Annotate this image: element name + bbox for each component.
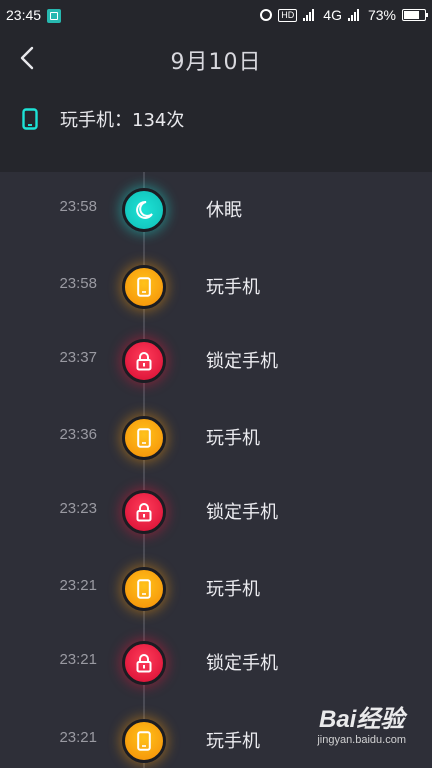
phone-icon — [137, 428, 151, 448]
watermark-url: jingyan.baidu.com — [317, 734, 406, 746]
timeline-entry: 23:21 玩手机 — [0, 559, 432, 619]
network-type: 4G — [323, 7, 342, 23]
entry-time: 23:58 — [59, 275, 97, 292]
phone-icon — [137, 277, 151, 297]
entry-time: 23:21 — [59, 577, 97, 594]
entry-label: 锁定手机 — [206, 502, 278, 523]
timeline-entry: 23:23 锁定手机 — [0, 482, 432, 542]
timeline-entry: 23:21 锁定手机 — [0, 633, 432, 693]
entry-label: 玩手机 — [206, 731, 260, 752]
timeline-entry: 23:58 休眠 — [0, 180, 432, 240]
entry-label: 玩手机 — [206, 579, 260, 600]
hd-badge: HD — [278, 8, 298, 22]
signal-icon — [303, 9, 317, 21]
summary-text: 玩手机：134次 — [60, 110, 185, 131]
sleep-indicator — [122, 188, 166, 232]
entry-label: 锁定手机 — [206, 351, 278, 372]
watermark-logo: Bai经验 — [318, 706, 405, 733]
timeline-entry: 23:37 锁定手机 — [0, 331, 432, 391]
lock-indicator — [122, 641, 166, 685]
phone-icon — [22, 108, 38, 130]
battery-percent: 73% — [367, 7, 396, 23]
lock-indicator — [122, 490, 166, 534]
phone-indicator — [122, 416, 166, 460]
entry-time: 23:36 — [59, 426, 97, 443]
screenshot-app-icon — [47, 9, 61, 23]
alarm-icon — [260, 9, 273, 21]
lock-icon — [136, 654, 152, 673]
entry-time: 23:23 — [59, 500, 97, 517]
entry-label: 锁定手机 — [206, 653, 278, 674]
lock-indicator — [122, 339, 166, 383]
entry-time: 23:21 — [59, 729, 97, 746]
usage-summary: 玩手机：134次 — [22, 106, 184, 132]
battery-icon — [402, 9, 428, 21]
entry-label: 休眠 — [206, 200, 242, 221]
phone-indicator — [122, 719, 166, 763]
entry-label: 玩手机 — [206, 277, 260, 298]
entry-time: 23:37 — [59, 349, 97, 366]
watermark: Bai经验 jingyan.baidu.com — [317, 699, 406, 746]
entry-time: 23:21 — [59, 651, 97, 668]
moon-icon — [136, 200, 153, 219]
lock-icon — [136, 352, 152, 371]
phone-icon — [137, 731, 151, 751]
timeline-entry: 23:36 玩手机 — [0, 408, 432, 468]
entry-label: 玩手机 — [206, 428, 260, 449]
header: 9月10日 玩手机：134次 — [0, 32, 432, 172]
page-title: 9月10日 — [170, 50, 262, 75]
status-indicators: HD 4G 73% — [260, 7, 428, 23]
entry-time: 23:58 — [59, 198, 97, 215]
status-bar: 23:45 HD 4G 73% — [0, 0, 432, 32]
phone-icon — [137, 579, 151, 599]
phone-indicator — [122, 265, 166, 309]
status-time: 23:45 — [6, 7, 42, 23]
phone-indicator — [122, 567, 166, 611]
signal-icon-2 — [347, 9, 362, 21]
timeline[interactable]: 23:58 休眠 23:58 玩手机 23:37 锁定手机 23:36 玩手机 … — [0, 172, 432, 768]
lock-icon — [136, 503, 152, 522]
timeline-entry: 23:58 玩手机 — [0, 257, 432, 317]
